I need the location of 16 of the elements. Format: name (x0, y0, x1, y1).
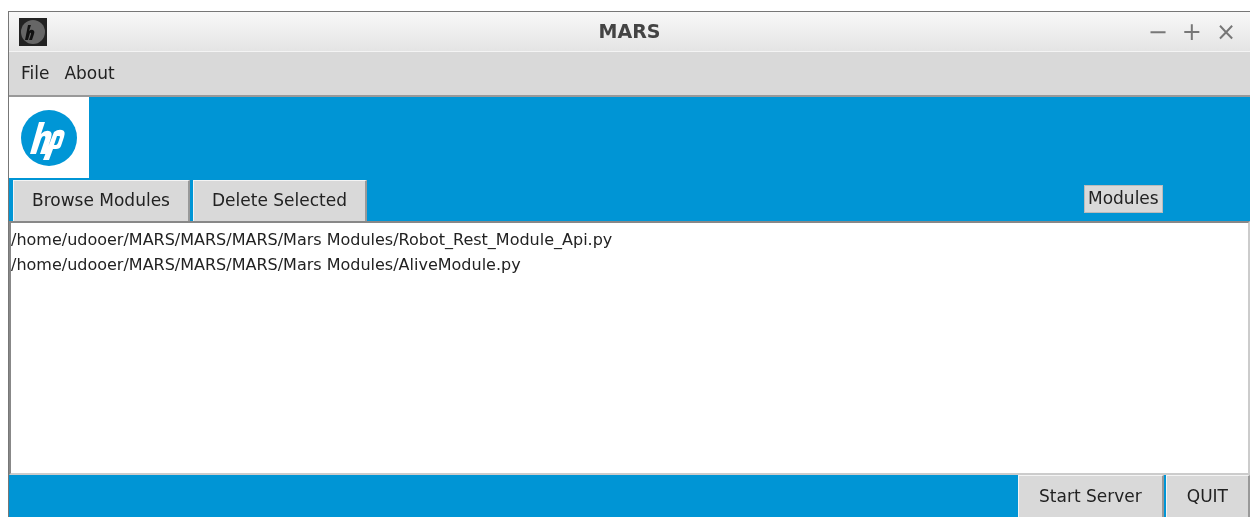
list-item[interactable]: /home/udooer/MARS/MARS/MARS/Mars Modules/AliveModule.py (11, 252, 521, 277)
app-icon (19, 17, 47, 46)
close-button[interactable]: × (1215, 19, 1236, 44)
modules-label: Modules (1084, 185, 1163, 213)
list-item[interactable]: /home/udooer/MARS/MARS/MARS/Mars Modules/Robot_Rest_Module_Api.py (11, 227, 613, 252)
toolbar-button[interactable]: Delete Selected (193, 180, 367, 221)
window-title: MARS (598, 19, 661, 45)
maximize-button[interactable]: + (1181, 19, 1202, 44)
logo-icon (21, 109, 77, 166)
toolbar-button[interactable]: Browse Modules (13, 180, 190, 221)
module-list[interactable]: /home/udooer/MARS/MARS/MARS/Mars Modules/Robot_Rest_Module_Api.py /home/udooer/MARS/MARS/MARS/Mars Modules/AliveModule.py (9, 221, 1250, 475)
menu-item[interactable]: About (64, 60, 115, 87)
minimize-button[interactable]: − (1147, 19, 1168, 44)
footer-button[interactable]: QUIT (1165, 475, 1250, 517)
menu-item[interactable]: File (21, 60, 50, 87)
footer-button[interactable]: Start Server (1018, 475, 1164, 517)
